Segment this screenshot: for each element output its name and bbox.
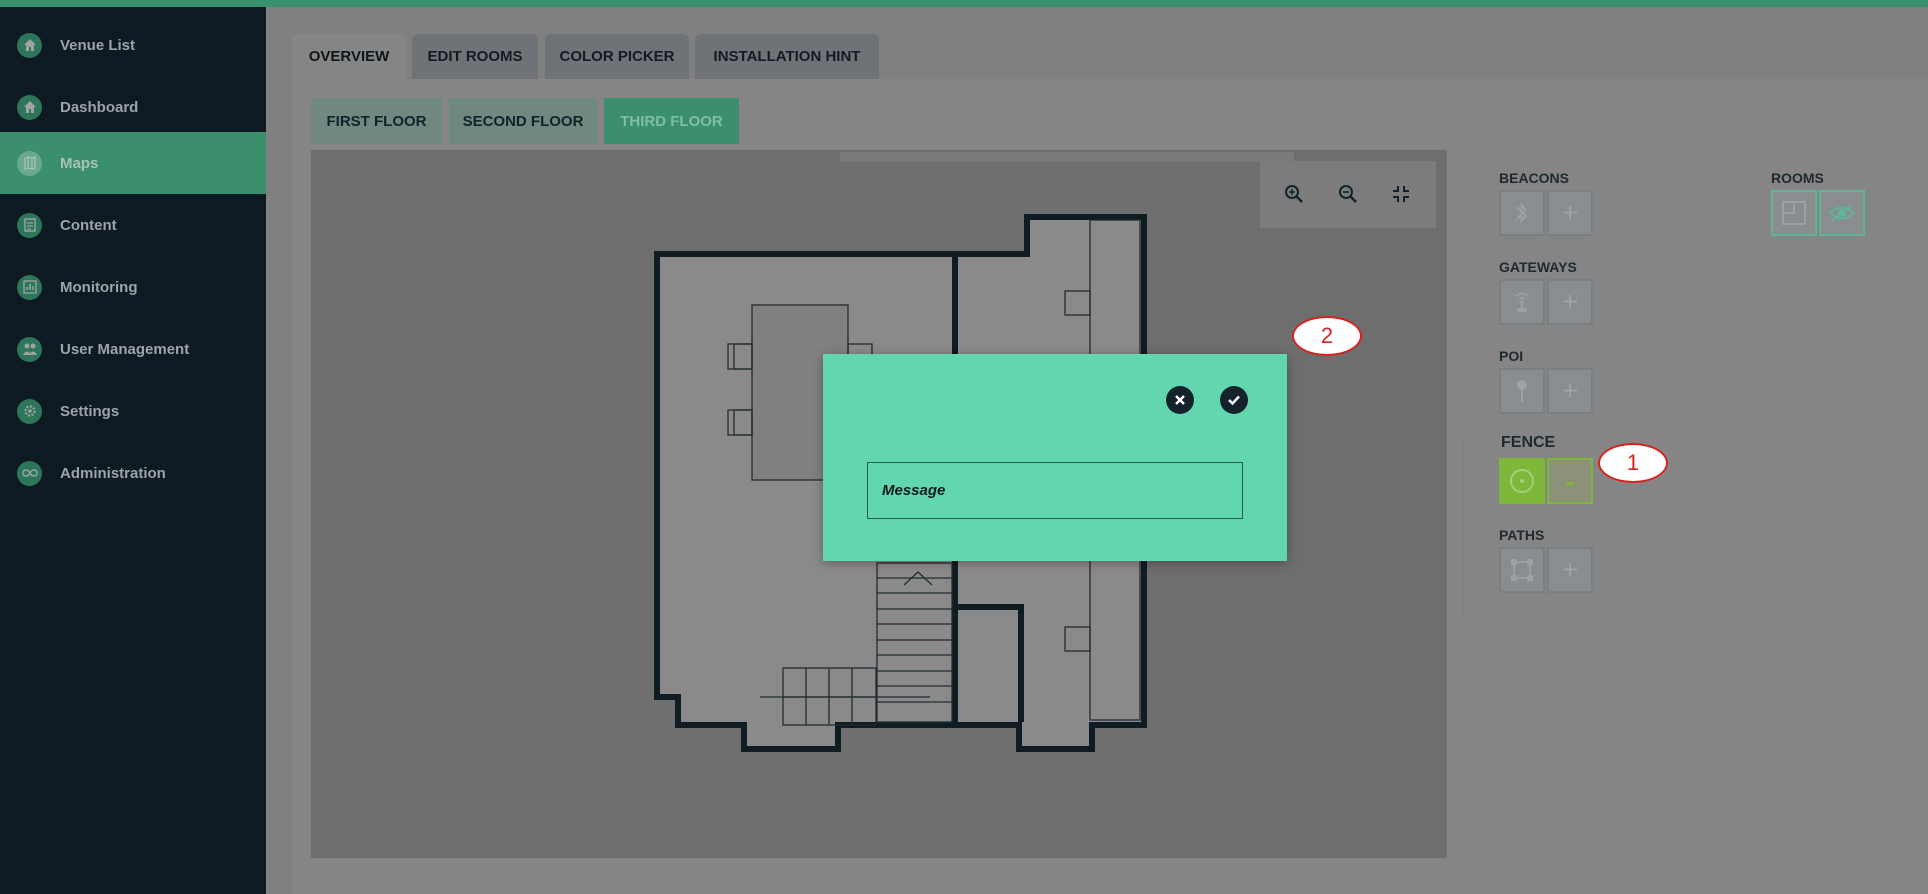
callout-marker-1: 1	[1598, 443, 1668, 483]
plus-icon: +	[1561, 554, 1579, 585]
plus-icon: +	[1561, 197, 1579, 228]
message-input[interactable]	[867, 462, 1243, 519]
add-beacon-button[interactable]: +	[1547, 190, 1593, 236]
cancel-button[interactable]	[1166, 386, 1194, 414]
paths-label: PATHS	[1499, 527, 1545, 543]
gateway-tool-button[interactable]	[1499, 279, 1545, 325]
beacons-label: BEACONS	[1499, 170, 1570, 186]
gateways-label: GATEWAYS	[1499, 259, 1577, 275]
room-tool-button[interactable]	[1771, 190, 1817, 236]
callout-number: 2	[1320, 323, 1334, 348]
zoom-in-icon	[1285, 185, 1303, 203]
zoom-controls	[1260, 161, 1436, 228]
bluetooth-icon	[1516, 202, 1528, 224]
plus-icon: +	[1561, 286, 1579, 317]
fence-tool-button[interactable]	[1499, 458, 1545, 504]
panel-divider	[1462, 440, 1465, 622]
callout-marker-2: 2	[1292, 316, 1362, 356]
callout-number: 1	[1626, 450, 1640, 475]
add-path-button[interactable]: +	[1547, 547, 1593, 593]
check-icon	[1228, 395, 1240, 406]
confirm-button[interactable]	[1220, 386, 1248, 414]
antenna-icon	[1515, 292, 1529, 313]
path-icon	[1511, 559, 1533, 581]
add-poi-button[interactable]: +	[1547, 368, 1593, 414]
room-icon	[1782, 201, 1806, 225]
remove-fence-button[interactable]: -	[1547, 458, 1593, 504]
poi-tool-button[interactable]	[1499, 368, 1545, 414]
minus-icon: -	[1565, 466, 1575, 496]
rooms-label: ROOMS	[1771, 170, 1824, 186]
fence-icon	[1510, 469, 1534, 493]
fit-screen-button[interactable]	[1384, 177, 1418, 211]
compress-icon	[1393, 186, 1409, 202]
poi-label: POI	[1499, 348, 1524, 364]
plus-icon: +	[1561, 375, 1579, 406]
message-dialog	[823, 354, 1287, 561]
zoom-out-icon	[1339, 185, 1357, 203]
beacon-tool-button[interactable]	[1499, 190, 1545, 236]
add-gateway-button[interactable]: +	[1547, 279, 1593, 325]
toggle-rooms-visibility-button[interactable]	[1819, 190, 1865, 236]
zoom-out-button[interactable]	[1331, 177, 1365, 211]
zoom-in-button[interactable]	[1277, 177, 1311, 211]
fence-label: FENCE	[1501, 434, 1556, 451]
pin-icon	[1517, 380, 1527, 402]
eye-off-icon	[1828, 204, 1856, 222]
close-icon	[1175, 395, 1185, 405]
path-tool-button[interactable]	[1499, 547, 1545, 593]
